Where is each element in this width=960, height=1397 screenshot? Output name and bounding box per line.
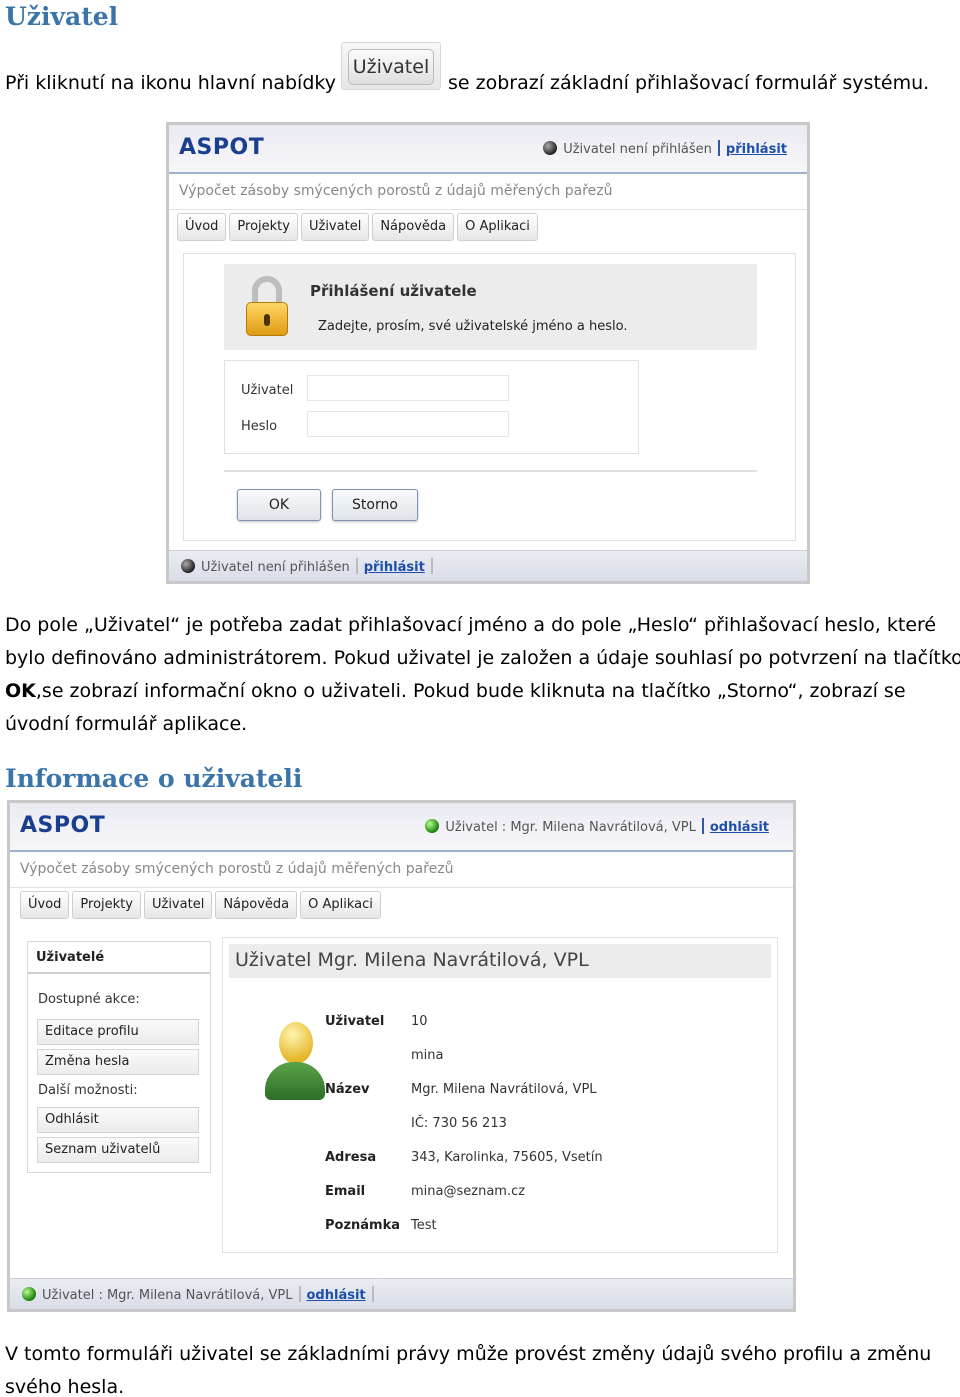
- subtitle-divider: [169, 209, 807, 210]
- menu-item-napoveda[interactable]: Nápověda: [215, 891, 298, 919]
- app-logo: ASPOT: [20, 813, 106, 838]
- status-separator: [355, 558, 358, 574]
- app-footer: Uživatel : Mgr. Milena Navrátilová, VPL o…: [10, 1278, 793, 1309]
- login-title: Přihlášení uživatele: [310, 282, 477, 300]
- body-text-rest: ,se zobrazí informační okno o uživateli.…: [35, 680, 906, 702]
- app-logo: ASPOT: [179, 135, 265, 160]
- menu-item-projekty[interactable]: Projekty: [72, 891, 141, 919]
- password-label: Heslo: [241, 419, 278, 434]
- login-panel: Přihlášení uživatele Zadejte, prosím, sv…: [183, 253, 796, 541]
- logout-link[interactable]: odhlásit: [710, 820, 769, 835]
- user-detail-panel: Uživatel Mgr. Milena Navrátilová, VPL Už…: [222, 937, 778, 1253]
- main-menu-user-icon: Uživatel: [341, 42, 441, 90]
- footer-status-text: Uživatel není přihlášen: [201, 560, 350, 575]
- status-offline-icon: [543, 141, 558, 155]
- form-divider: [224, 470, 757, 472]
- status-separator: [701, 818, 704, 834]
- body-text-line: V tomto formuláři uživatel se základními…: [5, 1343, 932, 1365]
- body-text-line: úvodní formulář aplikace.: [5, 713, 248, 735]
- sidebar-title: Uživatelé: [28, 942, 210, 974]
- user-field-value: IČ: 730 56 213: [411, 1116, 507, 1131]
- main-menu-user-icon-label: Uživatel: [348, 49, 434, 85]
- login-link[interactable]: přihlásit: [726, 142, 787, 157]
- user-field-label: Adresa: [325, 1150, 377, 1165]
- login-status-text: Uživatel není přihlášen: [563, 142, 712, 157]
- menu-item-uzivatel[interactable]: Uživatel: [143, 891, 213, 919]
- login-hint: Zadejte, prosím, své uživatelské jméno a…: [318, 319, 628, 334]
- status-online-icon: [425, 819, 440, 833]
- ok-bold-text: OK: [5, 680, 36, 702]
- logged-in-status: Uživatel : Mgr. Milena Navrátilová, VPL o…: [425, 818, 769, 835]
- main-menu: Úvod Projekty Uživatel Nápověda O Aplika…: [177, 213, 538, 241]
- user-info-screenshot: ASPOT Uživatel : Mgr. Milena Navrátilová…: [7, 800, 796, 1312]
- sidebar-item-user-list[interactable]: Seznam uživatelů: [37, 1137, 199, 1163]
- sidebar-available-label: Dostupné akce:: [38, 992, 140, 1007]
- app-subtitle: Výpočet zásoby smýcených porostů z údajů…: [20, 861, 454, 877]
- footer-status: Uživatel : Mgr. Milena Navrátilová, VPL o…: [22, 1286, 380, 1303]
- login-header: Přihlášení uživatele Zadejte, prosím, sv…: [224, 264, 757, 350]
- user-field-value: mina: [411, 1048, 444, 1063]
- menu-item-uzivatel[interactable]: Uživatel: [300, 213, 370, 241]
- ok-button[interactable]: OK: [237, 489, 321, 521]
- body-text-line: Do pole „Uživatel“ je potřeba zadat přih…: [5, 614, 937, 636]
- user-field-label: Poznámka: [325, 1218, 401, 1233]
- footer-status: Uživatel není přihlášen přihlásit: [181, 558, 439, 575]
- menu-item-projekty[interactable]: Projekty: [229, 213, 298, 241]
- intro-text-before: Při kliknutí na ikonu hlavní nabídky: [5, 72, 336, 94]
- login-status: Uživatel není přihlášen přihlásit: [543, 140, 787, 157]
- body-text-line: svého hesla.: [5, 1376, 125, 1397]
- app-header: ASPOT Uživatel není přihlášen přihlásit: [169, 125, 807, 174]
- status-separator: [298, 1286, 301, 1302]
- user-field-value: 10: [411, 1014, 428, 1029]
- sidebar-item-edit-profile[interactable]: Editace profilu: [37, 1019, 199, 1045]
- status-offline-icon: [181, 559, 195, 573]
- menu-item-uvod[interactable]: Úvod: [177, 213, 227, 241]
- status-online-icon: [22, 1287, 36, 1301]
- menu-item-uvod[interactable]: Úvod: [20, 891, 70, 919]
- login-screenshot: ASPOT Uživatel není přihlášen přihlásit V…: [166, 122, 810, 584]
- user-panel-title: Uživatel Mgr. Milena Navrátilová, VPL: [229, 944, 771, 978]
- footer-login-link[interactable]: přihlásit: [364, 560, 425, 575]
- password-input[interactable]: [307, 411, 509, 437]
- login-fields-box: Uživatel Heslo: [224, 360, 639, 454]
- body-text-line: bylo definováno administrátorem. Pokud u…: [5, 647, 960, 669]
- menu-item-o-aplikaci[interactable]: O Aplikaci: [457, 213, 538, 241]
- section-heading-user: Uživatel: [5, 2, 119, 31]
- username-label: Uživatel: [241, 383, 294, 398]
- status-separator: [717, 140, 720, 156]
- app-footer: Uživatel není přihlášen přihlásit: [169, 550, 807, 581]
- footer-status-text: Uživatel : Mgr. Milena Navrátilová, VPL: [42, 1288, 293, 1303]
- user-field-label: Uživatel: [325, 1014, 385, 1029]
- menu-item-o-aplikaci[interactable]: O Aplikaci: [300, 891, 381, 919]
- app-subtitle: Výpočet zásoby smýcených porostů z údajů…: [179, 183, 613, 199]
- status-separator: [371, 1286, 374, 1302]
- body-text-line: OK,se zobrazí informační okno o uživatel…: [5, 675, 906, 708]
- lock-icon: [246, 276, 288, 336]
- users-sidebar: Uživatelé Dostupné akce: Editace profilu…: [27, 941, 211, 1173]
- cancel-button[interactable]: Storno: [332, 489, 418, 521]
- user-field-value: Mgr. Milena Navrátilová, VPL: [411, 1082, 597, 1097]
- username-input[interactable]: [307, 375, 509, 401]
- logged-in-status-text: Uživatel : Mgr. Milena Navrátilová, VPL: [445, 820, 696, 835]
- user-field-value: Test: [411, 1218, 437, 1233]
- intro-text-after: se zobrazí základní přihlašovací formulá…: [448, 72, 930, 94]
- status-separator: [430, 558, 433, 574]
- sidebar-more-label: Další možnosti:: [38, 1083, 138, 1098]
- app-header: ASPOT Uživatel : Mgr. Milena Navrátilová…: [10, 803, 793, 852]
- sidebar-item-logout[interactable]: Odhlásit: [37, 1107, 199, 1133]
- main-menu: Úvod Projekty Uživatel Nápověda O Aplika…: [20, 891, 381, 919]
- subtitle-divider: [10, 887, 793, 888]
- user-field-value: mina@seznam.cz: [411, 1184, 526, 1199]
- section-heading-user-info: Informace o uživateli: [5, 764, 303, 793]
- footer-logout-link[interactable]: odhlásit: [307, 1288, 366, 1303]
- user-avatar-icon: [265, 1022, 325, 1102]
- user-field-value: 343, Karolinka, 75605, Vsetín: [411, 1150, 603, 1165]
- menu-item-napoveda[interactable]: Nápověda: [372, 213, 455, 241]
- user-field-label: Email: [325, 1184, 366, 1199]
- user-field-label: Název: [325, 1082, 370, 1097]
- sidebar-item-change-password[interactable]: Změna hesla: [37, 1049, 199, 1075]
